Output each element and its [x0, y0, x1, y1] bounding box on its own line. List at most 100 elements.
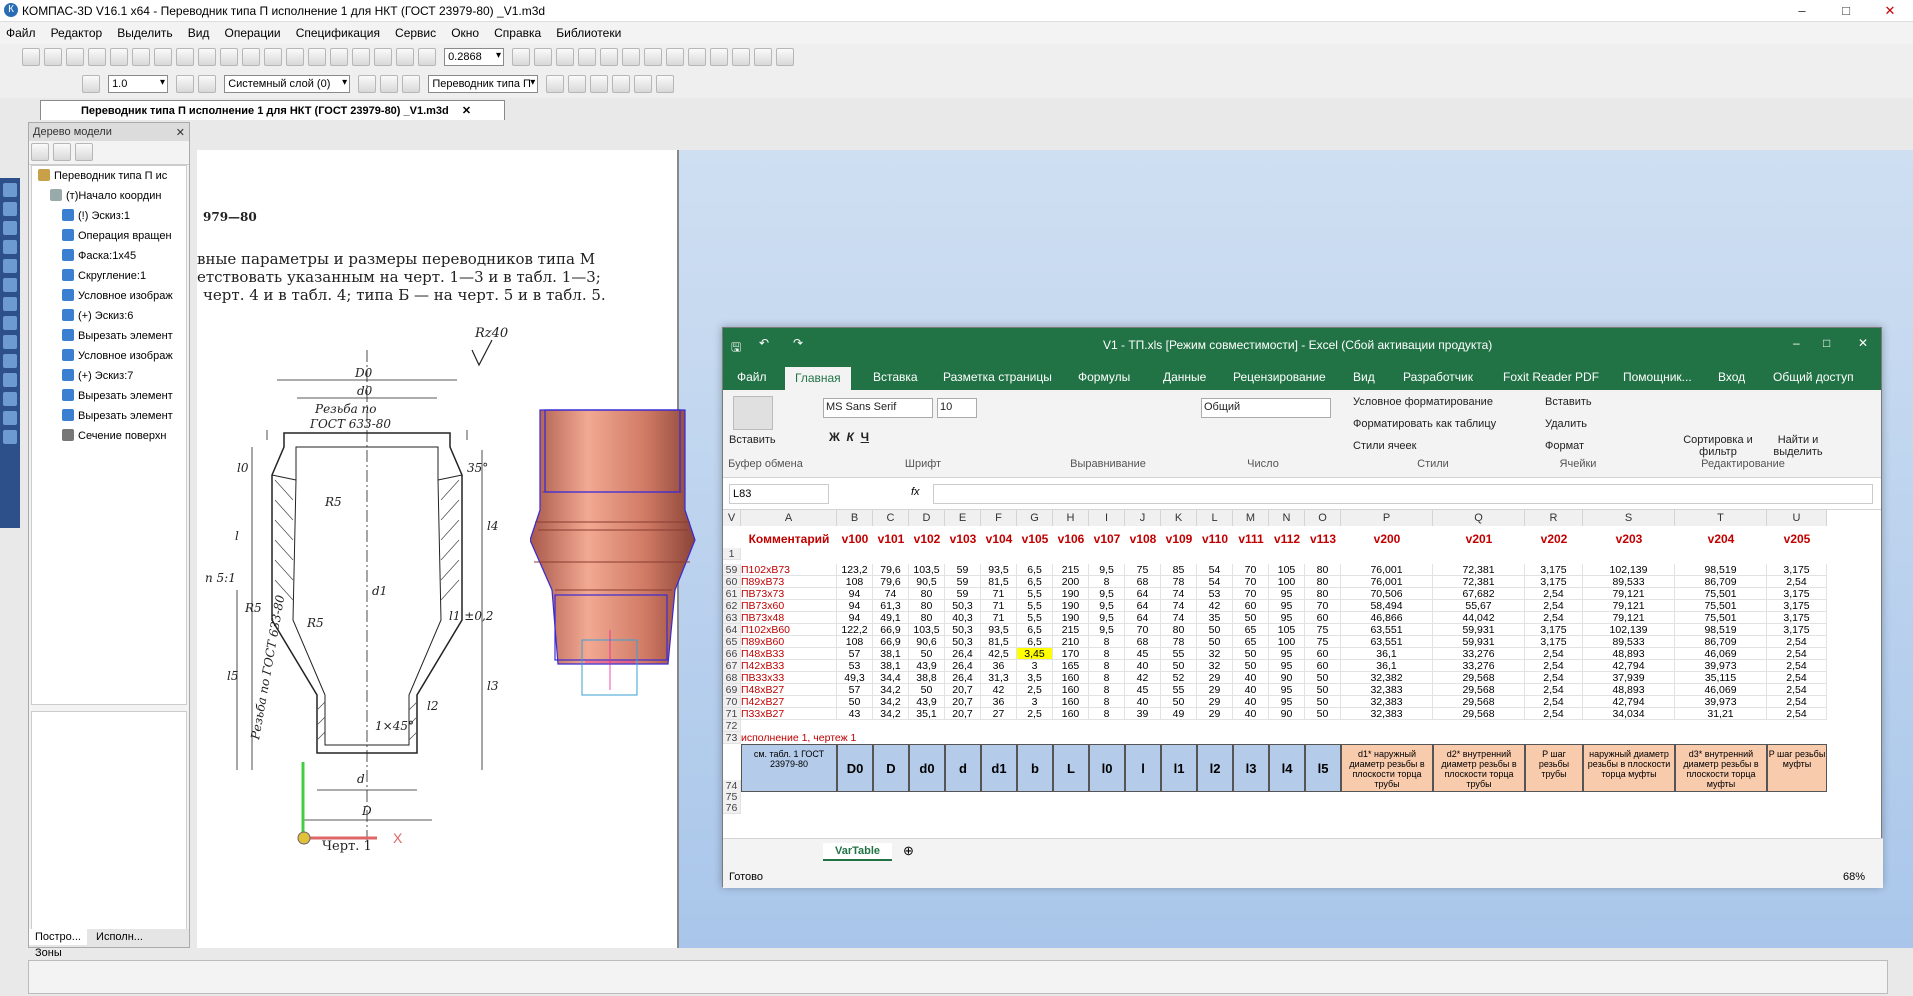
table-cell[interactable]: 35	[1197, 612, 1233, 624]
tree-item[interactable]: Условное изображ	[32, 286, 186, 306]
table-cell[interactable]: 66,9	[873, 636, 909, 648]
table-cell[interactable]: 29	[1197, 696, 1233, 708]
legend-cell[interactable]: d3* внутренний диаметр резьбы в плоскост…	[1675, 744, 1767, 792]
library-icon[interactable]	[286, 48, 304, 66]
tree-item[interactable]: (+) Эскиз:7	[32, 366, 186, 386]
table-cell[interactable]: 68	[1125, 636, 1161, 648]
table-cell[interactable]: 8	[1089, 684, 1125, 696]
table-cell[interactable]: 5,5	[1017, 588, 1053, 600]
column-header[interactable]: N	[1269, 510, 1305, 526]
tab-data[interactable]: Данные	[1163, 370, 1206, 384]
zoom-in-icon[interactable]	[374, 48, 392, 66]
column-header[interactable]: V	[723, 510, 741, 526]
tools-icon[interactable]	[754, 48, 773, 66]
menu-select[interactable]: Выделить	[111, 22, 178, 40]
table-cell[interactable]: 80	[1161, 624, 1197, 636]
table-cell[interactable]: 103,5	[909, 624, 945, 636]
table-cell[interactable]: 34,034	[1583, 708, 1675, 720]
row-header[interactable]: 68	[723, 672, 741, 684]
table-cell[interactable]: 8	[1089, 576, 1125, 588]
header-cell[interactable]: Комментарий	[741, 532, 837, 546]
header-cell[interactable]: v113	[1305, 532, 1341, 546]
table-cell[interactable]: 46,069	[1675, 684, 1767, 696]
table-cell[interactable]: 42,794	[1583, 660, 1675, 672]
table-cell[interactable]: 60	[1305, 612, 1341, 624]
table-cell[interactable]: 44,042	[1433, 612, 1525, 624]
tree-item[interactable]: Вырезать элемент	[32, 406, 186, 426]
table-cell[interactable]: 70	[1125, 624, 1161, 636]
table-cell[interactable]: 2,54	[1767, 636, 1827, 648]
header-cell[interactable]: v100	[837, 532, 873, 546]
legend-cell[interactable]: l4	[1269, 744, 1305, 792]
table-cell[interactable]: 38,1	[873, 660, 909, 672]
table-cell[interactable]: 48,893	[1583, 684, 1675, 696]
table-cell[interactable]: 80	[909, 612, 945, 624]
paste-button[interactable]: Вставить	[729, 434, 776, 446]
settings-icon[interactable]	[776, 48, 795, 66]
table-cell[interactable]: 48,893	[1583, 648, 1675, 660]
open-icon[interactable]	[44, 48, 62, 66]
table-cell[interactable]: 190	[1053, 600, 1089, 612]
header-cell[interactable]: v200	[1341, 532, 1433, 546]
legend-cell[interactable]: см. табл. 1 ГОСТ 23979-80	[741, 744, 837, 792]
table-cell[interactable]: 72,381	[1433, 564, 1525, 576]
table-cell[interactable]: 39,973	[1675, 660, 1767, 672]
table-cell[interactable]: 54	[1197, 576, 1233, 588]
table-cell[interactable]: 50	[1233, 648, 1269, 660]
header-cell[interactable]: v108	[1125, 532, 1161, 546]
table-cell[interactable]: 3,175	[1525, 636, 1583, 648]
table-cell[interactable]: 42	[1125, 672, 1161, 684]
table-cell[interactable]: 20,7	[945, 708, 981, 720]
table-cell[interactable]: 2,54	[1525, 600, 1583, 612]
legend-cell[interactable]: l5	[1305, 744, 1341, 792]
row-header[interactable]: 67	[723, 660, 741, 672]
table-cell[interactable]: 20,7	[945, 696, 981, 708]
formula-input[interactable]	[933, 484, 1873, 504]
table-cell[interactable]: 40	[1125, 696, 1161, 708]
row-header[interactable]: 1	[723, 548, 741, 560]
tool-icon[interactable]	[3, 297, 17, 311]
table-cell[interactable]: 5,5	[1017, 600, 1053, 612]
tool-icon[interactable]	[3, 183, 17, 197]
tab-zones[interactable]: Зоны	[29, 945, 68, 961]
header-cell[interactable]: v101	[873, 532, 909, 546]
legend-cell[interactable]: l3	[1233, 744, 1269, 792]
part-icon[interactable]	[402, 75, 421, 93]
share-button[interactable]: Общий доступ	[1773, 370, 1854, 384]
table-cell[interactable]: 85	[1161, 564, 1197, 576]
column-header[interactable]: L	[1197, 510, 1233, 526]
table-cell[interactable]: 32	[1197, 648, 1233, 660]
table-cell[interactable]: 94	[837, 600, 873, 612]
table-cell[interactable]: 33,276	[1433, 648, 1525, 660]
table-cell[interactable]: 3,175	[1767, 588, 1827, 600]
table-cell[interactable]: 33,276	[1433, 660, 1525, 672]
table-cell[interactable]: 29,568	[1433, 672, 1525, 684]
header-cell[interactable]: v109	[1161, 532, 1197, 546]
legend-cell[interactable]: d1* наружный диаметр резьбы в плоскости …	[1341, 744, 1433, 792]
table-cell[interactable]: 36,1	[1341, 660, 1433, 672]
tab-formulas[interactable]: Формулы	[1078, 370, 1130, 384]
table-cell[interactable]: 95	[1269, 660, 1305, 672]
table-cell[interactable]: 43	[837, 708, 873, 720]
table-cell[interactable]: 93,5	[981, 564, 1017, 576]
table-cell[interactable]: 61,3	[873, 600, 909, 612]
table-cell[interactable]: 6,5	[1017, 624, 1053, 636]
tab-view[interactable]: Вид	[1353, 370, 1375, 384]
legend-cell[interactable]: d2* внутренний диаметр резьбы в плоскост…	[1433, 744, 1525, 792]
column-header[interactable]: F	[981, 510, 1017, 526]
table-cell[interactable]: 2,54	[1767, 648, 1827, 660]
table-cell[interactable]: 50	[1305, 708, 1341, 720]
snap-icon[interactable]	[688, 48, 707, 66]
tab-developer[interactable]: Разработчик	[1403, 370, 1473, 384]
column-header[interactable]: Q	[1433, 510, 1525, 526]
table-cell[interactable]: 26,4	[945, 660, 981, 672]
properties-icon[interactable]	[198, 48, 216, 66]
excel-redo-icon[interactable]: ↷	[793, 336, 803, 350]
row-header[interactable]: 63	[723, 612, 741, 624]
solid-icon[interactable]	[590, 75, 609, 93]
copy-icon[interactable]	[154, 48, 172, 66]
table-cell[interactable]: 2,54	[1767, 696, 1827, 708]
tool-icon[interactable]	[3, 240, 17, 254]
table-cell[interactable]: 6,5	[1017, 636, 1053, 648]
row-header[interactable]: 66	[723, 648, 741, 660]
